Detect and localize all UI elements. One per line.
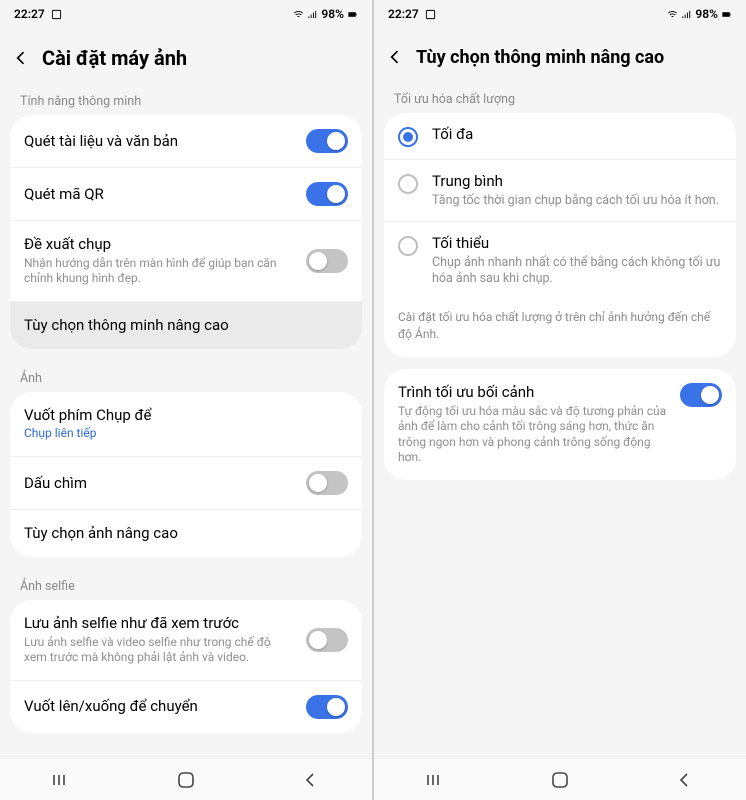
header: Tùy chọn thông minh nâng cao [374, 28, 746, 82]
row-shot-suggest[interactable]: Đề xuất chụp Nhận hướng dẫn trên màn hìn… [10, 220, 362, 301]
card-photo: Vuốt phím Chụp để Chụp liên tiếp Dấu chì… [10, 392, 362, 557]
screen-advanced-intelligent: 22:27 98% Tùy chọn thông minh nâng cao T… [374, 0, 746, 800]
label-swipe-shutter: Vuốt phím Chụp để [24, 406, 348, 425]
battery-icon [721, 9, 732, 20]
nav-bar [0, 758, 372, 800]
value-swipe-shutter: Chụp liên tiếp [24, 426, 348, 442]
status-time: 22:27 [388, 7, 419, 21]
signal-icon [307, 9, 318, 20]
nav-home[interactable] [540, 766, 580, 794]
status-bar: 22:27 98% [0, 0, 372, 28]
toggle-shot-suggest[interactable] [306, 249, 348, 273]
label-shot-suggest: Đề xuất chụp [24, 235, 296, 254]
status-battery: 98% [321, 7, 344, 21]
nav-recents[interactable] [42, 766, 82, 794]
label-watermark: Dấu chìm [24, 474, 296, 493]
back-button[interactable] [384, 46, 406, 68]
radio-max[interactable] [398, 127, 418, 147]
label-adv-intel: Tùy chọn thông minh nâng cao [24, 316, 348, 335]
toggle-scene-optimizer[interactable] [680, 383, 722, 407]
signal-icon [681, 9, 692, 20]
back-button[interactable] [10, 47, 32, 69]
section-selfie: Ảnh selfie [10, 569, 362, 600]
status-bar: 22:27 98% [374, 0, 746, 28]
desc-min: Chụp ảnh nhanh nhất có thể bằng cách khô… [432, 255, 722, 288]
card-intelligent: Quét tài liệu và văn bản Quét mã QR Đề x… [10, 115, 362, 349]
page-title: Cài đặt máy ảnh [42, 46, 187, 70]
section-quality: Tối ưu hóa chất lượng [384, 82, 736, 113]
radio-row-min[interactable]: Tối thiểu Chụp ảnh nhanh nhất có thể bằn… [384, 221, 736, 299]
row-advanced-photo[interactable]: Tùy chọn ảnh nâng cao [10, 509, 362, 557]
wifi-icon [667, 9, 678, 20]
row-selfie-save[interactable]: Lưu ảnh selfie như đã xem trước Lưu ảnh … [10, 600, 362, 680]
page-title: Tùy chọn thông minh nâng cao [416, 47, 664, 68]
status-battery: 98% [695, 7, 718, 21]
desc-shot-suggest: Nhận hướng dẫn trên màn hình để giúp bạn… [24, 256, 296, 287]
radio-row-max[interactable]: Tối đa [384, 113, 736, 159]
label-adv-photo: Tùy chọn ảnh nâng cao [24, 524, 348, 543]
toggle-scan-docs[interactable] [306, 129, 348, 153]
card-selfie: Lưu ảnh selfie như đã xem trước Lưu ảnh … [10, 600, 362, 733]
wifi-icon [293, 9, 304, 20]
desc-scene-optimizer: Tự động tối ưu hóa màu sắc và độ tương p… [398, 404, 670, 466]
section-photo: Ảnh [10, 361, 362, 392]
quality-note: Cài đặt tối ưu hóa chất lượng ở trên chỉ… [384, 299, 736, 357]
row-watermark[interactable]: Dấu chìm [10, 456, 362, 509]
screen-camera-settings: 22:27 98% Cài đặt máy ảnh Tính năng thôn… [0, 0, 372, 800]
gallery-icon [51, 9, 62, 20]
label-scan-qr: Quét mã QR [24, 185, 296, 204]
row-swipe-shutter[interactable]: Vuốt phím Chụp để Chụp liên tiếp [10, 392, 362, 456]
toggle-watermark[interactable] [306, 471, 348, 495]
row-scene-optimizer[interactable]: Trình tối ưu bối cảnh Tự động tối ưu hóa… [384, 369, 736, 480]
label-max: Tối đa [432, 125, 722, 144]
label-selfie-save: Lưu ảnh selfie như đã xem trước [24, 614, 296, 633]
card-quality: Tối đa Trung bình Tăng tốc thời gian chụ… [384, 113, 736, 357]
status-time: 22:27 [14, 7, 45, 21]
row-scan-qr[interactable]: Quét mã QR [10, 167, 362, 220]
label-scan-docs: Quét tài liệu và văn bản [24, 132, 296, 151]
nav-back[interactable] [664, 766, 704, 794]
header: Cài đặt máy ảnh [0, 28, 372, 84]
desc-medium: Tăng tốc thời gian chụp bằng cách tối ưu… [432, 193, 722, 209]
toggle-swipe-switch[interactable] [306, 695, 348, 719]
label-medium: Trung bình [432, 172, 722, 191]
desc-selfie-save: Lưu ảnh selfie và video selfie như trong… [24, 635, 296, 666]
section-intelligent: Tính năng thông minh [10, 84, 362, 115]
label-scene-optimizer: Trình tối ưu bối cảnh [398, 383, 670, 402]
nav-home[interactable] [166, 766, 206, 794]
nav-back[interactable] [290, 766, 330, 794]
row-scan-docs[interactable]: Quét tài liệu và văn bản [10, 115, 362, 167]
label-swipe-switch: Vuốt lên/xuống để chuyển [24, 697, 296, 716]
nav-bar [374, 758, 746, 800]
radio-min[interactable] [398, 236, 418, 256]
toggle-selfie-save[interactable] [306, 628, 348, 652]
toggle-scan-qr[interactable] [306, 182, 348, 206]
label-min: Tối thiểu [432, 234, 722, 253]
radio-medium[interactable] [398, 174, 418, 194]
row-swipe-switch[interactable]: Vuốt lên/xuống để chuyển [10, 680, 362, 733]
battery-icon [347, 9, 358, 20]
nav-recents[interactable] [416, 766, 456, 794]
radio-row-medium[interactable]: Trung bình Tăng tốc thời gian chụp bằng … [384, 159, 736, 221]
gallery-icon [425, 9, 436, 20]
card-scene-optimizer: Trình tối ưu bối cảnh Tự động tối ưu hóa… [384, 369, 736, 480]
row-advanced-intelligent[interactable]: Tùy chọn thông minh nâng cao [10, 301, 362, 349]
